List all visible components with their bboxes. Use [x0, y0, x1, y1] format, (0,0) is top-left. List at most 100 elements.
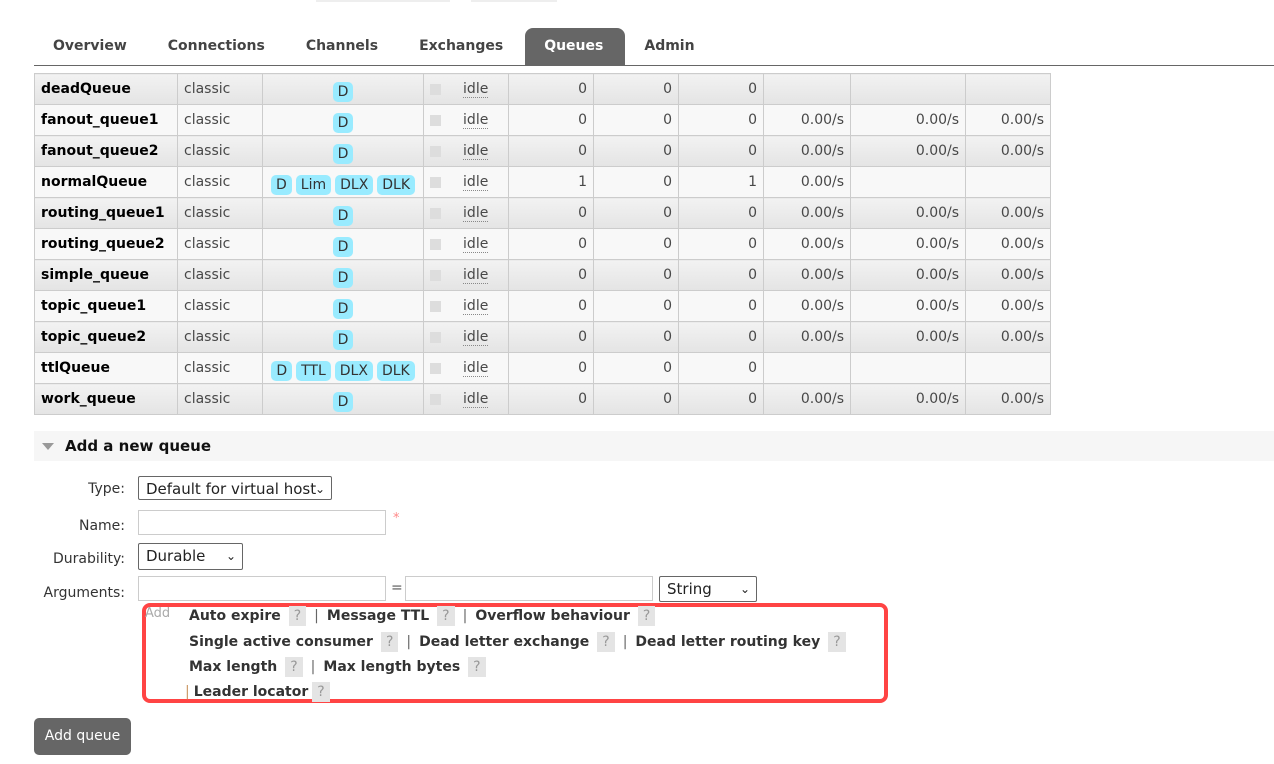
cell-type: classic	[177, 290, 263, 322]
tab-connections[interactable]: Connections	[149, 28, 287, 65]
help-icon[interactable]: ?	[468, 657, 486, 677]
help-icon[interactable]: ?	[285, 657, 303, 677]
chevron-down-icon: ⌄	[225, 549, 236, 563]
cell-total: 0	[678, 290, 765, 322]
add-queue-section-toggle[interactable]: Add a new queue	[34, 431, 1274, 461]
tab-channels[interactable]: Channels	[287, 28, 400, 65]
table-row: topic_queue2 classic Didle 0 0 0 0.00/s 0.00/s 0…	[34, 321, 1052, 353]
state-text: idle	[463, 112, 489, 129]
help-icon[interactable]: ?	[597, 632, 615, 652]
top-control	[316, 0, 450, 2]
table-row: routing_queue1 classic Didle 0 0 0 0.00/s 0.00/…	[34, 197, 1052, 229]
cell-ack	[965, 352, 1052, 384]
cell-type: classic	[177, 73, 263, 105]
cell-state: idle	[423, 73, 510, 105]
add-queue-button[interactable]: Add queue	[34, 718, 131, 755]
tab-exchanges[interactable]: Exchanges	[400, 28, 525, 65]
table-row: work_queue classic Didle 0 0 0 0.00/s 0.00/s 0.0…	[34, 383, 1052, 415]
arg-dead-letter-exchange[interactable]: Dead letter exchange	[419, 634, 589, 650]
equals-sign: =	[391, 580, 403, 596]
cell-name[interactable]: simple_queue	[34, 259, 178, 291]
arg-auto-expire[interactable]: Auto expire	[189, 608, 281, 624]
feature-badge: D	[332, 299, 354, 319]
args-line-4: | Leader locator?	[177, 682, 330, 702]
cell-total: 1	[678, 166, 765, 198]
state-indicator	[430, 83, 442, 95]
cell-name[interactable]: topic_queue2	[34, 321, 178, 353]
cell-type: classic	[177, 166, 263, 198]
args-line-3: Max length? | Max length bytes?	[189, 657, 486, 677]
cell-name[interactable]: topic_queue1	[34, 290, 178, 322]
help-icon[interactable]: ?	[637, 606, 656, 626]
cell-ack: 0.00/s	[965, 383, 1052, 415]
state-indicator	[430, 300, 442, 312]
feature-badge: D	[332, 392, 354, 412]
table-row: normalQueue classic D Lim DLX DLK idle 1 0 1 0.00/…	[34, 166, 1052, 198]
state-text: idle	[463, 267, 489, 284]
cell-name[interactable]: ttlQueue	[34, 352, 178, 384]
tab-overview[interactable]: Overview	[34, 28, 149, 65]
cell-name[interactable]: fanout_queue2	[34, 135, 178, 167]
type-label: Type:	[88, 481, 125, 497]
help-icon[interactable]: ?	[437, 606, 455, 626]
cell-unacked: 0	[593, 228, 680, 260]
state-indicator	[430, 393, 442, 405]
tab-queues[interactable]: Queues	[525, 28, 626, 65]
cell-incoming	[763, 352, 852, 384]
cell-features: D	[261, 135, 425, 167]
cell-ack	[965, 166, 1052, 198]
separator: |	[462, 608, 468, 624]
arg-single-active-consumer[interactable]: Single active consumer	[189, 634, 373, 650]
cell-features: D	[261, 228, 425, 260]
feature-badge: D	[332, 144, 354, 164]
cell-name[interactable]: work_queue	[34, 383, 178, 415]
arg-max-length[interactable]: Max length	[189, 659, 277, 675]
cell-unacked: 0	[593, 104, 680, 136]
cell-unacked: 0	[593, 73, 680, 105]
cell-name[interactable]: deadQueue	[34, 73, 178, 105]
help-icon[interactable]: ?	[312, 682, 330, 702]
separator: |	[310, 659, 316, 675]
table-row: ttlQueue classic D TTL DLX DLK idle 0 0 0	[34, 352, 1052, 384]
separator: |	[314, 608, 319, 624]
table-row: fanout_queue1 classic Didle 0 0 0 0.00/s 0.00/s…	[34, 104, 1052, 136]
cell-deliver: 0.00/s	[850, 104, 967, 136]
argument-type-value: String	[667, 580, 712, 598]
arg-overflow-behaviour[interactable]: Overflow behaviour	[475, 608, 630, 624]
feature-badge: DLX	[335, 175, 374, 195]
cell-name[interactable]: fanout_queue1	[34, 104, 178, 136]
arg-message-ttl[interactable]: Message TTL	[327, 608, 429, 624]
cell-name[interactable]: routing_queue1	[34, 197, 178, 229]
feature-badge: D	[332, 268, 354, 288]
help-icon[interactable]: ?	[828, 632, 846, 652]
argument-value-input[interactable]	[405, 576, 653, 601]
type-select[interactable]: Default for virtual host ⌄	[138, 476, 332, 500]
name-label: Name:	[78, 518, 125, 534]
cell-type: classic	[177, 321, 263, 353]
cell-ready: 0	[508, 383, 595, 415]
cell-state: idle	[423, 321, 510, 353]
help-icon[interactable]: ?	[288, 606, 307, 626]
help-icon[interactable]: ?	[380, 632, 399, 652]
cell-features: D	[261, 197, 425, 229]
cell-ack: 0.00/s	[965, 197, 1052, 229]
cell-incoming: 0.00/s	[763, 383, 852, 415]
arg-leader-locator[interactable]: Leader locator	[194, 684, 309, 700]
feature-badge: Lim	[295, 175, 332, 195]
cell-deliver: 0.00/s	[850, 383, 967, 415]
add-label: Add	[145, 606, 171, 621]
cell-unacked: 0	[593, 352, 680, 384]
argument-key-input[interactable]	[138, 576, 386, 601]
arg-max-length-bytes[interactable]: Max length bytes	[323, 659, 460, 675]
name-input[interactable]	[138, 510, 386, 535]
arg-dead-letter-routing-key[interactable]: Dead letter routing key	[635, 634, 820, 650]
cell-state: idle	[423, 228, 510, 260]
durability-select[interactable]: Durable ⌄	[138, 543, 243, 570]
cell-incoming: 0.00/s	[763, 104, 852, 136]
state-text: idle	[463, 236, 489, 253]
cell-name[interactable]: normalQueue	[34, 166, 178, 198]
cell-ack: 0.00/s	[965, 321, 1052, 353]
argument-type-select[interactable]: String ⌄	[659, 576, 757, 602]
tab-admin[interactable]: Admin	[625, 28, 716, 65]
cell-name[interactable]: routing_queue2	[34, 228, 178, 260]
